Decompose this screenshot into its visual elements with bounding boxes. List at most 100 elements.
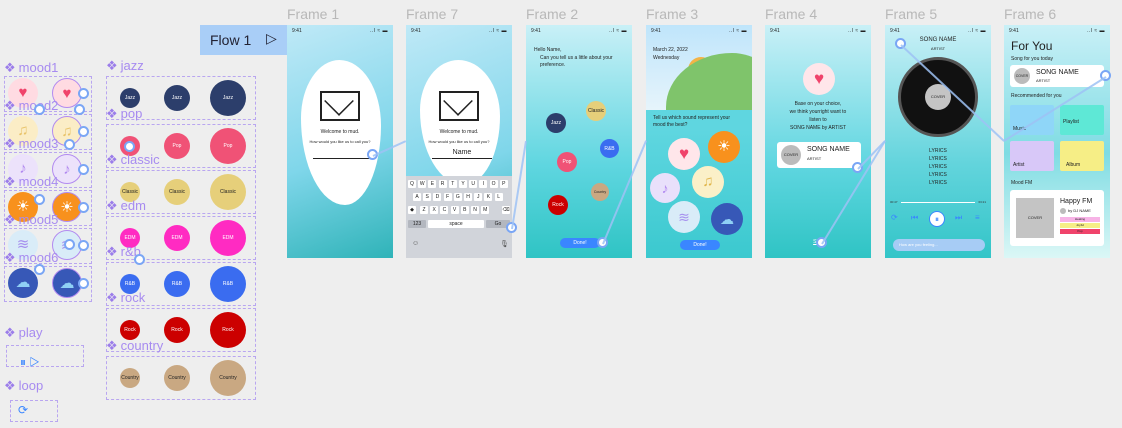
key[interactable]: A [413,193,421,201]
tile-playlist[interactable]: Playlist [1060,105,1104,135]
genre-variant[interactable]: Rock [120,320,140,340]
interaction-node[interactable] [34,194,45,205]
mood-note[interactable]: ♪ [650,173,680,203]
key[interactable]: X [430,206,439,214]
component-label[interactable]: ❖ rock [106,290,145,306]
key[interactable]: K [484,193,493,201]
interaction-node[interactable] [78,88,89,99]
mic-icon[interactable]: 🎙 [500,240,509,248]
genre-rock[interactable]: Rock [548,195,568,215]
component-label[interactable]: ❖ mood5 [4,212,58,228]
frame-6[interactable]: 9:41 ..l ≈ ▬ For You Song for you today C… [1004,25,1110,258]
component-label[interactable]: ❖ loop [4,378,43,394]
menu-icon[interactable]: ≡ [975,213,980,222]
interaction-node[interactable] [34,104,45,115]
play-pause-icon[interactable]: ⏸ ▷ [20,355,40,370]
genre-variant[interactable]: Pop [210,128,246,164]
key[interactable]: P [499,180,508,188]
next-icon[interactable]: ⏭ [955,213,962,223]
key[interactable]: Q [408,180,416,188]
frame-5[interactable]: 9:41 ..l ≈ ▬ SONG NAME ARTIST COVER LYRIC… [885,25,991,258]
genre-variant[interactable]: EDM [164,225,190,251]
key[interactable]: N [471,206,479,214]
key[interactable]: V [450,206,459,214]
key[interactable]: U [469,180,478,188]
pause-button[interactable]: ⏸ [929,211,945,227]
prev-icon[interactable]: ⏮ [911,213,918,223]
mood-variant[interactable]: ☁ [8,268,38,298]
backspace-key[interactable]: ⌫ [502,206,510,214]
genre-country[interactable]: Country [591,183,609,201]
key[interactable]: F [443,193,452,201]
component-label[interactable]: ❖ country [106,338,163,354]
frame-title-7[interactable]: Frame 7 [406,6,458,22]
frame-title-1[interactable]: Frame 1 [287,6,339,22]
key[interactable]: G [453,193,462,201]
component-label[interactable]: ❖mood2 [4,98,58,114]
loop-icon[interactable]: ⟳ [891,213,898,222]
frame-title-5[interactable]: Frame 5 [885,6,937,22]
component-label[interactable]: ❖ edm [106,198,146,214]
key[interactable]: D [433,193,442,201]
genre-variant[interactable]: Jazz [120,88,140,108]
key[interactable]: B [460,206,469,214]
tile-album[interactable]: Album [1060,141,1104,171]
component-label[interactable]: ❖ play [4,325,43,341]
frame-1[interactable]: 9:41 ..l ≈ ▬ Welcome to mud. How would yo… [287,25,393,258]
key[interactable]: S [423,193,432,201]
play-flow-icon[interactable]: ▷ [266,30,277,47]
frame-title-2[interactable]: Frame 2 [526,6,578,22]
done-button[interactable]: Done! [560,238,600,248]
genre-variant[interactable]: Country [120,368,140,388]
numbers-key[interactable]: 123 [408,220,426,228]
tile-artist[interactable]: Artist [1010,141,1054,171]
genre-classic[interactable]: Classic [586,101,606,121]
genre-variant[interactable]: Rock [210,312,246,348]
genre-variant[interactable]: R&B [164,271,190,297]
done-button[interactable]: Done! [680,240,720,250]
key[interactable]: W [418,180,427,188]
key[interactable]: Y [459,180,467,188]
mood-input[interactable]: How are you feeling... [893,239,985,251]
interaction-node[interactable] [78,126,89,137]
progress-track[interactable] [901,202,975,203]
shift-key[interactable]: ◆ [408,206,416,214]
interaction-node[interactable] [78,164,89,175]
interaction-node[interactable] [78,278,89,289]
frame-title-3[interactable]: Frame 3 [646,6,698,22]
interaction-node[interactable] [74,104,85,115]
genre-variant[interactable]: Classic [210,174,246,210]
component-label[interactable]: ❖ classic [106,152,160,168]
key[interactable]: O [489,180,498,188]
song-card[interactable]: COVER SONG NAME ARTIST [1010,65,1104,87]
genre-variant[interactable]: Pop [164,133,190,159]
key[interactable]: C [440,206,449,214]
mood-wind[interactable]: ≋ [668,201,700,233]
component-label[interactable]: ❖ mood4 [4,174,58,190]
emoji-icon[interactable]: ☺ [412,240,419,247]
genre-variant[interactable]: EDM [210,220,246,256]
interaction-node[interactable] [124,141,135,152]
interaction-node[interactable] [34,264,45,275]
genre-variant[interactable]: Rock [164,317,190,343]
interaction-node[interactable] [64,239,75,250]
component-label[interactable]: ❖ pop [106,106,142,122]
interaction-node[interactable] [134,254,145,265]
genre-variant[interactable]: R&B [210,266,246,302]
fm-card[interactable]: COVER Happy FM by DJ NAME Healing Joyful… [1010,190,1104,246]
interaction-node[interactable] [78,240,89,251]
frame-7[interactable]: 9:41 ..l ≈ ▬ Welcome to mud. How would yo… [406,25,512,258]
interaction-node[interactable] [64,139,75,150]
genre-variant[interactable]: Country [164,365,190,391]
genre-pop[interactable]: Pop [557,152,577,172]
frame-title-4[interactable]: Frame 4 [765,6,817,22]
component-label[interactable]: ❖ mood1 [4,60,58,76]
mood-notes[interactable]: ♫ [692,166,724,198]
component-label[interactable]: ❖ jazz [106,58,144,74]
name-input[interactable] [313,158,373,159]
flow-badge[interactable]: Flow 1 ▷ [200,25,288,55]
loop-icon[interactable]: ⟳ [18,403,28,417]
key[interactable]: M [481,206,490,214]
frame-2[interactable]: 9:41 ..l ≈ ▬ Hello Name, Can you tell us … [526,25,632,258]
mood-sun[interactable]: ☀ [708,131,740,163]
